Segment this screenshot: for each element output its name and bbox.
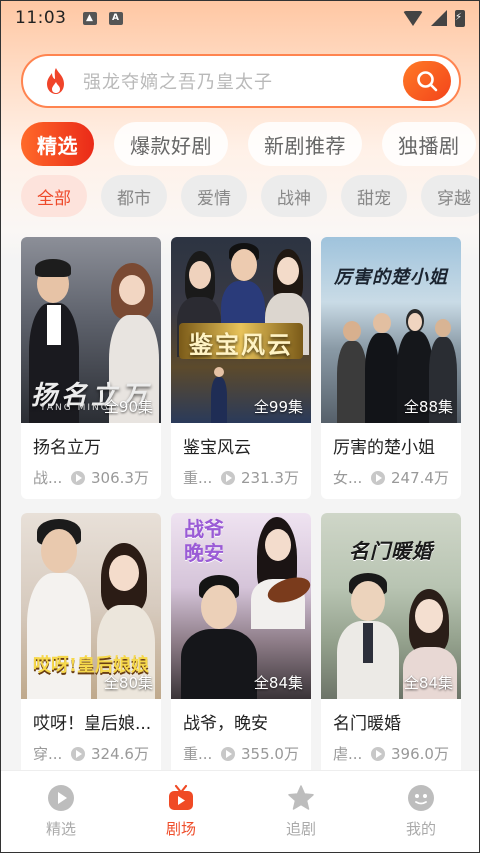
bottom-nav: 精选 剧场 追剧 我的 bbox=[1, 770, 479, 852]
drama-card[interactable]: 战爷 晚安 全84集 战爷，晚安 重... 355.0万 bbox=[171, 513, 311, 775]
status-bar: 11:03 ▲ A bbox=[1, 1, 479, 35]
view-count: 324.6万 bbox=[91, 745, 149, 763]
play-count-icon bbox=[371, 746, 385, 761]
drama-card[interactable]: 名门暖婚 全84集 名门暖婚 虐... 396.0万 bbox=[321, 513, 461, 775]
episode-count-badge: 全84集 bbox=[403, 674, 453, 692]
smiley-icon bbox=[407, 784, 435, 812]
poster-image: 战爷 晚安 全84集 bbox=[171, 513, 311, 699]
play-count-icon bbox=[71, 746, 85, 761]
card-genre: 战... bbox=[33, 469, 63, 487]
card-title: 扬名立万 bbox=[33, 438, 101, 457]
category-tab-all[interactable]: 全部 bbox=[21, 175, 87, 217]
top-tab-exclusive[interactable]: 独播剧 bbox=[382, 122, 476, 166]
category-tab-war-god[interactable]: 战神 bbox=[261, 175, 327, 217]
search-icon bbox=[417, 71, 438, 92]
search-button[interactable] bbox=[403, 61, 451, 101]
play-count-icon bbox=[71, 470, 85, 485]
poster-image: 鉴宝风云 全99集 bbox=[171, 237, 311, 423]
play-circle-icon bbox=[47, 784, 75, 812]
episode-count-badge: 全80集 bbox=[103, 674, 153, 692]
search-input[interactable]: 强龙夺嫡之吾乃皇太子 bbox=[83, 68, 273, 94]
poster-image: 哎呀!皇后娘娘 全80集 bbox=[21, 513, 161, 699]
category-tab-romance[interactable]: 爱情 bbox=[181, 175, 247, 217]
drama-card[interactable]: 厉害的楚小姐 全88集 厉害的楚小姐 女... 247.4万 bbox=[321, 237, 461, 499]
image-notification-icon: ▲ bbox=[82, 11, 97, 25]
fire-icon bbox=[41, 64, 71, 98]
play-count-icon bbox=[221, 470, 235, 485]
view-count: 355.0万 bbox=[241, 745, 299, 763]
drama-card[interactable]: 扬名立万 YANG MING WAN 全90集 扬名立万 战... 306.3万 bbox=[21, 237, 161, 499]
view-count: 396.0万 bbox=[391, 745, 449, 763]
card-genre: 女... bbox=[333, 469, 363, 487]
card-title: 厉害的楚小姐 bbox=[333, 438, 435, 457]
a-notification-icon: A bbox=[108, 11, 123, 25]
poster-image: 名门暖婚 全84集 bbox=[321, 513, 461, 699]
drama-card[interactable]: 哎呀!皇后娘娘 全80集 哎呀！皇后娘... 穿... 324.6万 bbox=[21, 513, 161, 775]
poster-image: 厉害的楚小姐 全88集 bbox=[321, 237, 461, 423]
category-tabs: 全部 都市 爱情 战神 甜宠 穿越 bbox=[21, 175, 479, 217]
episode-count-badge: 全84集 bbox=[253, 674, 303, 692]
nav-label: 精选 bbox=[45, 820, 76, 838]
poster-image: 扬名立万 YANG MING WAN 全90集 bbox=[21, 237, 161, 423]
poster-title-art: 厉害的楚小姐 bbox=[334, 267, 448, 288]
category-tab-urban[interactable]: 都市 bbox=[101, 175, 167, 217]
top-tab-new[interactable]: 新剧推荐 bbox=[248, 122, 362, 166]
drama-card[interactable]: 鉴宝风云 全99集 鉴宝风云 重... 231.3万 bbox=[171, 237, 311, 499]
search-bar[interactable]: 强龙夺嫡之吾乃皇太子 bbox=[21, 54, 461, 108]
card-genre: 穿... bbox=[33, 745, 63, 763]
episode-count-badge: 全88集 bbox=[403, 398, 453, 416]
status-time: 11:03 bbox=[15, 8, 67, 28]
nav-item-featured[interactable]: 精选 bbox=[21, 784, 101, 839]
nav-label: 我的 bbox=[405, 820, 436, 838]
poster-title-art: 名门暖婚 bbox=[349, 539, 433, 563]
drama-grid: 扬名立万 YANG MING WAN 全90集 扬名立万 战... 306.3万 bbox=[21, 237, 461, 775]
category-tab-sweet[interactable]: 甜宠 bbox=[341, 175, 407, 217]
nav-label: 追剧 bbox=[285, 820, 316, 838]
play-count-icon bbox=[371, 470, 385, 485]
poster-title-art: 战爷 晚安 bbox=[184, 517, 224, 565]
star-icon bbox=[287, 784, 315, 812]
category-tab-time-travel[interactable]: 穿越 bbox=[421, 175, 479, 217]
card-genre: 重... bbox=[183, 469, 213, 487]
card-genre: 重... bbox=[183, 745, 213, 763]
view-count: 247.4万 bbox=[391, 469, 449, 487]
play-count-icon bbox=[221, 746, 235, 761]
top-tab-featured[interactable]: 精选 bbox=[21, 122, 94, 166]
signal-icon bbox=[431, 10, 447, 26]
tv-icon bbox=[167, 784, 195, 812]
nav-item-profile[interactable]: 我的 bbox=[381, 784, 461, 839]
card-title: 鉴宝风云 bbox=[183, 438, 251, 457]
battery-icon bbox=[455, 9, 465, 27]
card-title: 名门暖婚 bbox=[333, 714, 401, 733]
top-tab-hot[interactable]: 爆款好剧 bbox=[114, 122, 228, 166]
wifi-icon bbox=[403, 10, 423, 26]
nav-item-theater[interactable]: 剧场 bbox=[141, 784, 221, 839]
app-screen: 11:03 ▲ A 强龙夺嫡之吾乃皇太子 精选 爆款好剧 bbox=[0, 0, 480, 853]
nav-label: 剧场 bbox=[165, 820, 196, 838]
view-count: 231.3万 bbox=[241, 469, 299, 487]
card-title: 哎呀！皇后娘... bbox=[33, 714, 152, 733]
poster-title-art: 鉴宝风云 bbox=[189, 330, 293, 359]
episode-count-badge: 全99集 bbox=[253, 398, 303, 416]
card-title: 战爷，晚安 bbox=[183, 714, 268, 733]
nav-item-following[interactable]: 追剧 bbox=[261, 784, 341, 839]
episode-count-badge: 全90集 bbox=[103, 398, 153, 416]
view-count: 306.3万 bbox=[91, 469, 149, 487]
card-genre: 虐... bbox=[333, 745, 363, 763]
top-tabs: 精选 爆款好剧 新剧推荐 独播剧 bbox=[21, 122, 479, 166]
